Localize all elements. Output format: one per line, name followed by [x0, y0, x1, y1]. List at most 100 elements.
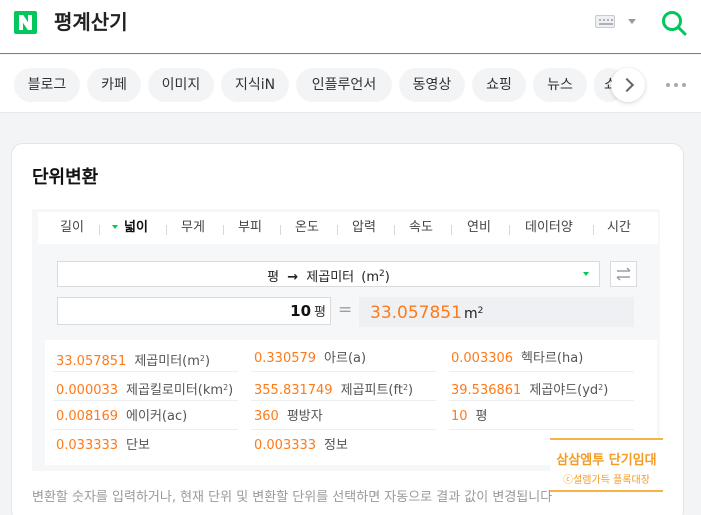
to-unit: 제곱미터 [306, 270, 355, 285]
ad-line-1: 삼삼엠투 단기임대 [556, 453, 657, 468]
help-text: 변환할 숫자를 입력하거나, 현재 단위 및 변환할 단위를 선택하면 자동으로… [32, 490, 553, 505]
result-item-unit: 제곱미터(m2) [134, 354, 210, 369]
result-item-unit: 제곱피트(ft2) [341, 383, 414, 398]
result-item-value: 0.003333 [254, 438, 317, 453]
search-header: 평계산기 [0, 0, 701, 54]
unit-tab-speed[interactable]: 속도 [409, 212, 433, 244]
result-item-unit: 제곱킬로미터(km2) [126, 383, 233, 398]
unit-tab-volume[interactable]: 부피 [238, 212, 262, 244]
tab-divider [166, 225, 167, 235]
result-item-unit: 제곱야드(yd2) [529, 383, 608, 398]
unit-suffix: ) [204, 354, 211, 369]
tab-divider [593, 225, 594, 235]
tab-divider [99, 225, 100, 235]
result-item[interactable]: 39.536861 제곱야드(yd2) [451, 375, 608, 401]
result-item-unit: 에이커(ac) [126, 409, 188, 424]
search-tab-bar: 블로그 카페 이미지 지식iN 인플루언서 동영상 쇼핑 뉴스 쇼 [0, 55, 701, 113]
unit-tab-area[interactable]: 넓이 [112, 212, 148, 244]
result-item[interactable]: 0.008169 에이커(ac) [56, 404, 187, 430]
result-item-unit: 정보 [324, 438, 348, 453]
result-item[interactable]: 360 평방자 [254, 404, 323, 430]
abbr-prefix: (m [361, 270, 380, 285]
unit-tab-row: 길이 넓이 무게 부피 온도 압력 속도 연비 데이터양 시간 [38, 212, 658, 244]
result-output: 33.057851 m2 [359, 297, 634, 327]
input-value: 10 [290, 302, 312, 320]
tab-divider [451, 225, 452, 235]
result-value: 33.057851 [370, 303, 462, 323]
result-unit: m2 [464, 306, 483, 322]
tab-cafe[interactable]: 카페 [87, 68, 141, 102]
search-icon[interactable] [660, 9, 688, 37]
unit-tab-length[interactable]: 길이 [60, 212, 84, 244]
ad-line-2: ⓒ설렘가득 플록대장 [563, 475, 650, 486]
unit-tab-temperature[interactable]: 온도 [295, 212, 319, 244]
search-query[interactable]: 평계산기 [54, 8, 128, 36]
tab-shopping[interactable]: 쇼핑 [472, 68, 526, 102]
result-item[interactable]: 0.003306 헥타르(ha) [451, 346, 583, 372]
result-item[interactable]: 355.831749 제곱피트(ft2) [254, 375, 413, 401]
result-item-value: 33.057851 [56, 354, 127, 369]
unit-suffix: ) [603, 383, 609, 398]
tab-divider [280, 225, 281, 235]
result-item[interactable]: 0.033333 단보 [56, 433, 150, 459]
tab-news[interactable]: 뉴스 [533, 68, 587, 102]
watermark-ad: 삼삼엠투 단기임대 ⓒ설렘가득 플록대장 [550, 438, 663, 492]
abbr-suffix: ) [384, 270, 390, 285]
unit-text: 제곱미터(m [134, 354, 200, 369]
result-item-value: 10 [451, 409, 468, 424]
naver-logo[interactable] [14, 11, 37, 34]
result-item[interactable]: 33.057851 제곱미터(m2) [56, 346, 210, 372]
unit-tab-area-label: 넓이 [124, 220, 148, 235]
result-unit-base: m [463, 306, 478, 322]
keyboard-icon[interactable] [595, 15, 615, 28]
result-unit-sup: 2 [477, 306, 484, 316]
unit-tab-data[interactable]: 데이터양 [525, 212, 573, 244]
swap-arrows-icon[interactable] [610, 261, 637, 287]
result-item-value: 0.000033 [56, 383, 119, 398]
chevron-down-icon [583, 272, 589, 276]
to-unit-abbr: (m2) [361, 269, 390, 285]
unit-text: 제곱킬로미터(km [126, 383, 224, 398]
result-item-unit: 단보 [126, 438, 150, 453]
result-item-value: 0.330579 [254, 351, 317, 366]
tab-divider [223, 225, 224, 235]
arrow-icon: → [287, 270, 299, 285]
result-item-unit: 평방자 [286, 409, 323, 424]
result-item-value: 355.831749 [254, 383, 333, 398]
keyboard-dropdown-icon[interactable] [628, 19, 636, 24]
tab-image[interactable]: 이미지 [148, 68, 214, 102]
unit-tab-time[interactable]: 시간 [607, 212, 631, 244]
unit-suffix: ) [228, 383, 234, 398]
result-item-value: 0.003306 [451, 351, 514, 366]
result-item-value: 39.536861 [451, 383, 522, 398]
more-dots-icon[interactable] [666, 83, 688, 89]
result-item[interactable]: 10 평 [451, 404, 488, 430]
unit-text: 제곱피트(ft [340, 383, 403, 398]
tab-divider [509, 225, 510, 235]
unit-text: 제곱야드(yd [529, 383, 599, 398]
from-unit: 평 [267, 270, 280, 285]
result-item-unit: 아르(a) [324, 351, 367, 366]
value-input[interactable]: 10 평 [57, 297, 331, 325]
result-item-value: 0.008169 [56, 409, 119, 424]
result-item-value: 0.033333 [56, 438, 119, 453]
unit-tab-pressure[interactable]: 압력 [352, 212, 376, 244]
unit-tab-fuel[interactable]: 연비 [467, 212, 491, 244]
tab-blog[interactable]: 블로그 [14, 68, 80, 102]
result-item-unit: 평 [475, 409, 488, 424]
converter-title: 단위변환 [32, 167, 99, 188]
result-item[interactable]: 0.000033 제곱킬로미터(km2) [56, 375, 233, 401]
tab-video[interactable]: 동영상 [399, 68, 465, 102]
active-tab-marker-icon [112, 225, 118, 229]
equals-sign: = [338, 300, 353, 320]
unit-tab-weight[interactable]: 무게 [181, 212, 205, 244]
tab-kin[interactable]: 지식iN [221, 68, 289, 102]
result-item-unit: 헥타르(ha) [521, 351, 584, 366]
tab-influencer[interactable]: 인플루언서 [296, 68, 392, 102]
result-item[interactable]: 0.330579 아르(a) [254, 346, 366, 372]
result-item[interactable]: 0.003333 정보 [254, 433, 348, 459]
unit-pair-select[interactable]: 평 → 제곱미터 (m2) [57, 261, 600, 287]
tab-divider [394, 225, 395, 235]
result-item-value: 360 [254, 409, 279, 424]
chevron-right-icon[interactable] [611, 68, 645, 102]
